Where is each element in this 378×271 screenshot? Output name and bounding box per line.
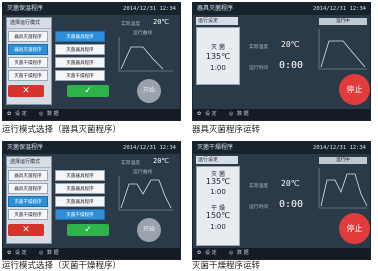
program-button-2[interactable]: 灭菌器具程序: [55, 44, 105, 55]
temp-value: 20℃: [281, 40, 300, 49]
caption-4: 灭菌干燥程序运转: [192, 261, 261, 271]
datetime: 2014/12/31 12:34: [123, 145, 176, 151]
gear-icon[interactable]: ✿: [197, 109, 201, 120]
program-button-4[interactable]: 灭菌干燥程序: [55, 70, 105, 81]
gear-icon[interactable]: ✿: [7, 248, 11, 259]
program-button-3[interactable]: 灭菌器具程序: [55, 196, 105, 207]
data-label[interactable]: 数 据: [237, 248, 249, 259]
run-step-time: 1:00: [210, 64, 226, 72]
run-step-1-time: 1:00: [210, 188, 226, 196]
mode-button-2[interactable]: 器具灭菌程序: [8, 44, 48, 55]
run-step-2-temp: 150℃: [205, 211, 231, 220]
time-label: 运行时间: [249, 205, 269, 210]
temp-label: 实际温度: [121, 22, 141, 27]
settings-label[interactable]: 设 定: [205, 248, 217, 259]
screen-title: 器具灭菌程序: [197, 5, 234, 12]
run-settings-box: 灭 菌 135℃ 1:00 干 燥 150℃ 1:00: [196, 166, 240, 246]
mode-button-1[interactable]: 器具灭菌程序: [8, 170, 48, 181]
gear-icon[interactable]: ✿: [197, 248, 201, 259]
bottom-bar: ✿ 设 定 ◎ 数 据: [193, 109, 370, 120]
run-header: 运行设定: [196, 17, 238, 25]
program-button-4[interactable]: 灭菌干燥程序: [55, 209, 105, 220]
data-icon[interactable]: ◎: [229, 248, 233, 259]
cancel-button[interactable]: ✕: [8, 85, 44, 97]
run-step-temp: 135℃: [205, 52, 231, 61]
data-label[interactable]: 数 据: [47, 109, 59, 120]
run-settings-box: 灭 菌 135℃ 1:00: [196, 27, 240, 85]
datetime: 2014/12/31 12:34: [313, 145, 366, 151]
temp-label: 实际温度: [249, 45, 269, 50]
mode-select-panel-3: 灭菌保温程序 2014/12/31 12:34 选择运行模式 器具灭菌程序 器具…: [2, 141, 181, 260]
mode-button-3[interactable]: 灭菌干燥程序: [8, 57, 48, 68]
settings-label[interactable]: 设 定: [15, 248, 27, 259]
screen-title: 灭菌保温程序: [7, 5, 44, 12]
mode-button-2[interactable]: 器具灭菌程序: [8, 183, 48, 194]
status-badge: 运行中: [319, 18, 367, 25]
title-bar: 灭菌保温程序 2014/12/31 12:34: [3, 142, 180, 154]
caption-1: 运行模式选择（器具灭菌程序）: [2, 125, 122, 135]
run-panel-4: 灭菌干燥程序 2014/12/31 12:34 运行设定 灭 菌 135℃ 1:…: [192, 141, 371, 260]
program-button-1[interactable]: 灭菌器具程序: [55, 170, 105, 181]
data-label[interactable]: 数 据: [237, 109, 249, 120]
run-step-name: 灭 菌: [211, 44, 225, 51]
datetime: 2014/12/31 12:34: [313, 6, 366, 12]
mode-select-panel-1: 灭菌保温程序 2014/12/31 12:34 选择运行模式 器具灭菌程序 器具…: [2, 2, 181, 121]
start-button[interactable]: 开始: [137, 79, 161, 103]
temp-value: 20℃: [153, 18, 170, 26]
cancel-button[interactable]: ✕: [8, 224, 44, 236]
run-curve-chart: [318, 168, 368, 209]
data-icon[interactable]: ◎: [39, 248, 43, 259]
mode-button-3[interactable]: 灭菌干燥程序: [8, 196, 48, 207]
caption-3: 运行模式选择（灭菌干燥程序）: [2, 261, 122, 271]
temp-label: 实际温度: [249, 184, 269, 189]
run-curve-chart: [118, 176, 173, 211]
time-value: 0:00: [279, 199, 304, 210]
program-button-1[interactable]: 灭菌器具程序: [55, 31, 105, 42]
caption-2: 器具灭菌程序运转: [192, 125, 261, 135]
mode-button-1[interactable]: 器具灭菌程序: [8, 31, 48, 42]
temp-label: 实际温度: [121, 161, 141, 166]
mode-header: 选择运行模式: [7, 18, 51, 29]
mode-header: 选择运行模式: [7, 157, 51, 168]
run-panel-2: 器具灭菌程序 2014/12/31 12:34 运行设定 灭 菌 135℃ 1:…: [192, 2, 371, 121]
data-icon[interactable]: ◎: [39, 109, 43, 120]
start-button[interactable]: 开始: [137, 218, 161, 242]
screen-title: 灭菌保温程序: [7, 144, 44, 151]
bottom-bar: ✿ 设 定 ◎ 数 据: [3, 248, 180, 259]
stop-button[interactable]: 停止: [339, 213, 370, 244]
data-label[interactable]: 数 据: [47, 248, 59, 259]
title-bar: 灭菌干燥程序 2014/12/31 12:34: [193, 142, 370, 154]
confirm-button[interactable]: ✓: [67, 85, 109, 97]
settings-label[interactable]: 设 定: [205, 109, 217, 120]
temp-value: 20℃: [153, 157, 170, 165]
status-badge: 运行中: [319, 157, 367, 164]
run-curve-chart: [318, 29, 367, 70]
datetime: 2014/12/31 12:34: [123, 6, 176, 12]
mode-button-4[interactable]: 灭菌干燥程序: [8, 209, 48, 220]
time-value: 0:00: [279, 60, 304, 71]
run-header: 运行设定: [196, 156, 238, 164]
bottom-bar: ✿ 设 定 ◎ 数 据: [3, 109, 180, 120]
settings-label[interactable]: 设 定: [15, 109, 27, 120]
screen-title: 灭菌干燥程序: [197, 144, 234, 151]
stop-button[interactable]: 停止: [339, 74, 370, 105]
confirm-button[interactable]: ✓: [67, 224, 109, 236]
title-bar: 灭菌保温程序 2014/12/31 12:34: [3, 3, 180, 15]
title-bar: 器具灭菌程序 2014/12/31 12:34: [193, 3, 370, 15]
program-button-3[interactable]: 灭菌器具程序: [55, 57, 105, 68]
time-label: 运行时间: [249, 66, 269, 71]
program-button-2[interactable]: 灭菌器具程序: [55, 183, 105, 194]
data-icon[interactable]: ◎: [229, 109, 233, 120]
run-step-1-temp: 135℃: [205, 177, 231, 186]
run-step-2-time: 1:00: [210, 223, 226, 231]
gear-icon[interactable]: ✿: [7, 109, 11, 120]
mode-button-4[interactable]: 灭菌干燥程序: [8, 70, 48, 81]
run-curve-chart: [118, 37, 173, 72]
temp-value: 20℃: [281, 179, 300, 188]
bottom-bar: ✿ 设 定 ◎ 数 据: [193, 248, 370, 259]
